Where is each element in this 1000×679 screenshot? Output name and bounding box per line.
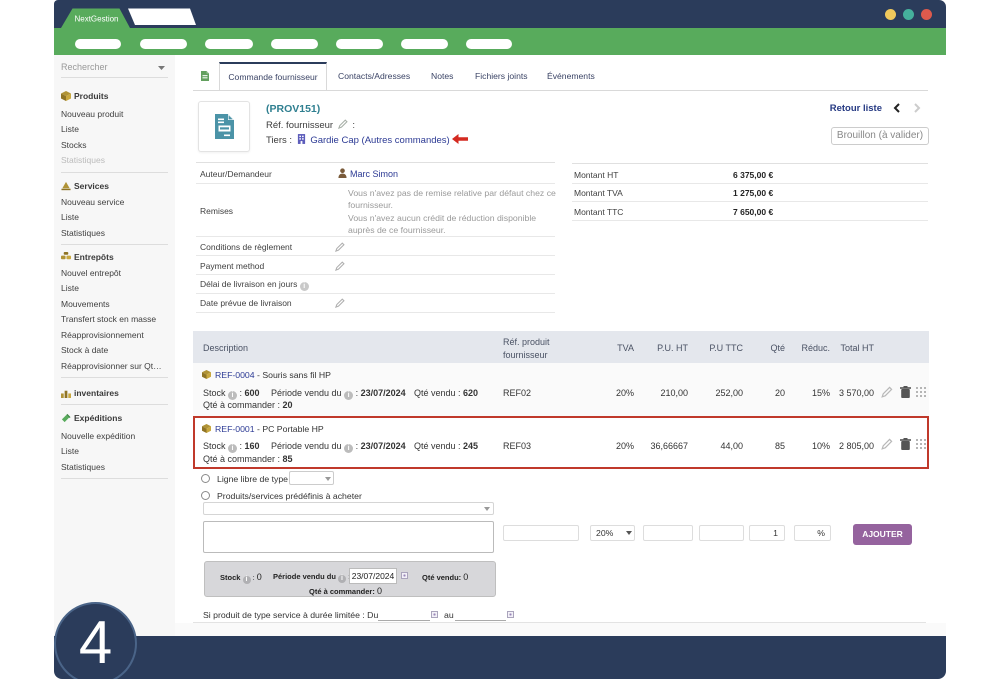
svg-text:NextGestion: NextGestion [74,15,118,24]
